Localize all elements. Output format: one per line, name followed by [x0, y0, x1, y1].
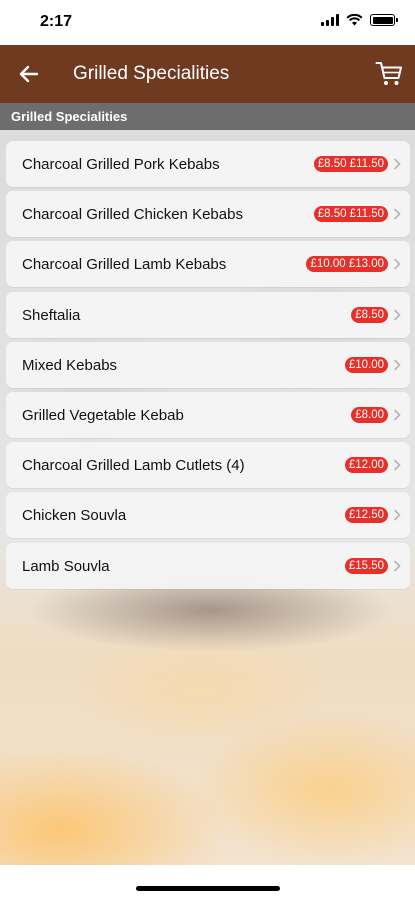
list-item[interactable]: Lamb Souvla £15.50 — [6, 542, 410, 589]
item-name: Charcoal Grilled Chicken Kebabs — [22, 206, 243, 224]
list-item[interactable]: Grilled Vegetable Kebab £8.00 — [6, 391, 410, 438]
menu-list: Charcoal Grilled Pork Kebabs £8.50 £11.5… — [6, 141, 410, 593]
chevron-right-icon — [393, 459, 401, 471]
list-item[interactable]: Mixed Kebabs £10.00 — [6, 341, 410, 388]
price-badge: £15.50 — [344, 557, 388, 574]
item-name: Chicken Souvla — [22, 507, 127, 525]
chevron-right-icon — [393, 258, 401, 270]
back-button[interactable] — [14, 59, 44, 89]
item-name: Lamb Souvla — [22, 557, 110, 575]
menu-content: Charcoal Grilled Pork Kebabs £8.50 £11.5… — [0, 130, 415, 865]
cart-icon — [375, 62, 402, 85]
home-area — [0, 865, 415, 900]
status-time: 2:17 — [40, 13, 73, 30]
page-title: Grilled Specialities — [73, 63, 230, 84]
list-item[interactable]: Sheftalia £8.50 — [6, 291, 410, 338]
list-item[interactable]: Charcoal Grilled Lamb Cutlets (4) £12.00 — [6, 442, 410, 489]
list-item[interactable]: Chicken Souvla £12.50 — [6, 492, 410, 539]
list-item[interactable]: Charcoal Grilled Lamb Kebabs £10.00 £13.… — [6, 241, 410, 288]
section-header: Grilled Specialities — [0, 103, 415, 130]
wifi-icon — [346, 14, 363, 26]
nav-header: Grilled Specialities — [0, 45, 415, 103]
price-badge: £10.00 £13.00 — [306, 256, 388, 273]
price-badge: £8.50 £11.50 — [313, 206, 388, 223]
item-name: Charcoal Grilled Pork Kebabs — [22, 156, 220, 173]
list-item[interactable]: Charcoal Grilled Chicken Kebabs £8.50 £1… — [6, 191, 410, 238]
price-badge: £8.50 £11.50 — [313, 156, 388, 172]
list-item[interactable]: Charcoal Grilled Pork Kebabs £8.50 £11.5… — [6, 141, 410, 187]
item-name: Charcoal Grilled Lamb Cutlets (4) — [22, 457, 245, 475]
chevron-right-icon — [393, 308, 401, 321]
price-badge: £8.00 — [351, 406, 388, 423]
section-label: Grilled Specialities — [11, 109, 128, 124]
chevron-right-icon — [393, 559, 401, 572]
home-indicator[interactable] — [136, 886, 280, 891]
price-badge: £12.50 — [344, 507, 388, 524]
price-badge: £12.00 — [344, 457, 388, 474]
price-badge: £10.00 — [344, 356, 388, 373]
item-name: Mixed Kebabs — [22, 356, 118, 374]
item-name: Sheftalia — [22, 306, 81, 324]
cart-button[interactable] — [371, 56, 407, 92]
chevron-right-icon — [393, 208, 401, 220]
status-bar: 2:17 — [0, 0, 415, 45]
chevron-right-icon — [393, 509, 401, 521]
status-icons — [321, 14, 398, 26]
item-name: Grilled Vegetable Kebab — [22, 406, 184, 424]
signal-icon — [321, 14, 339, 26]
price-badge: £8.50 — [351, 306, 388, 323]
chevron-right-icon — [393, 359, 401, 371]
battery-icon — [370, 14, 398, 26]
arrow-left-icon — [19, 65, 39, 83]
chevron-right-icon — [393, 158, 401, 170]
chevron-right-icon — [393, 409, 401, 421]
item-name: Charcoal Grilled Lamb Kebabs — [22, 256, 227, 274]
